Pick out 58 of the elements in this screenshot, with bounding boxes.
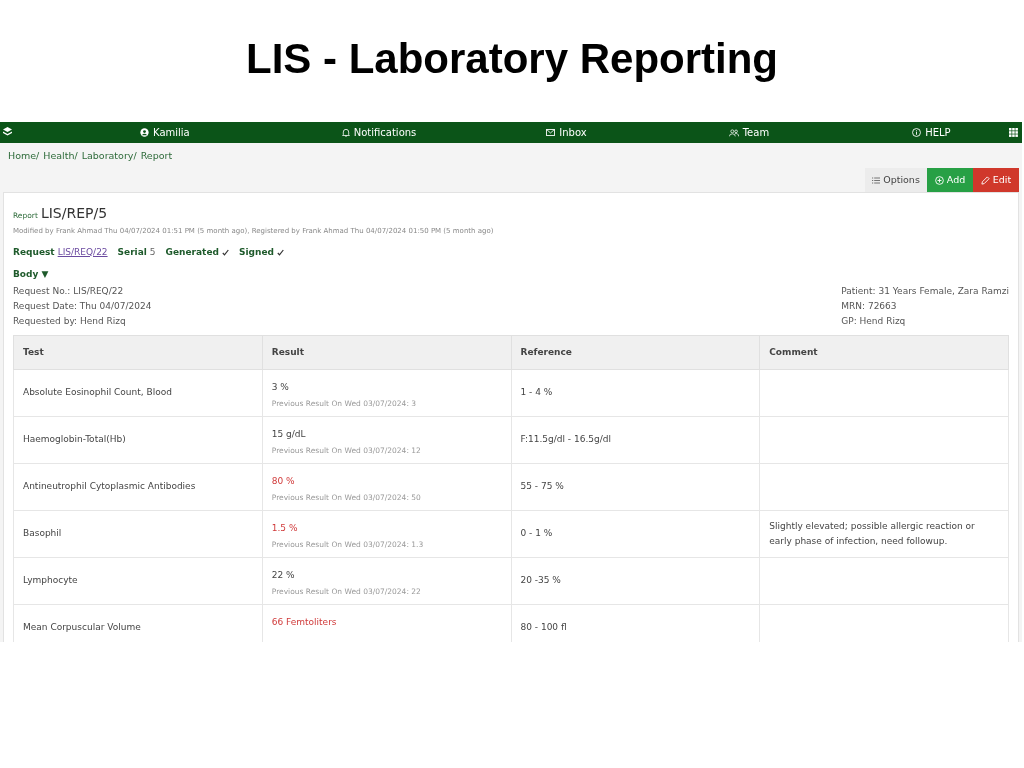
generated-label: Generated	[165, 245, 219, 259]
envelope-icon	[546, 129, 556, 136]
nav-item[interactable]: Kamilia	[140, 125, 190, 140]
table-cell: F:11.5g/dl - 16.5g/dl	[511, 416, 760, 464]
request-label: Request	[13, 245, 55, 259]
result-value: 22 %	[271, 569, 296, 583]
list-icon	[872, 176, 881, 184]
request-detail: Request Date: Thu 04/07/2024	[13, 300, 152, 313]
signed-label: Signed	[238, 245, 274, 259]
nav-item[interactable]: Team	[728, 125, 770, 140]
column-header: Comment	[759, 335, 1009, 370]
request-detail: Requested by: Hend Rizq	[13, 315, 127, 328]
request-link[interactable]: LIS/REQ/22	[57, 245, 108, 259]
options-button[interactable]: Options	[865, 168, 927, 192]
table-cell: Basophil	[13, 510, 263, 558]
serial-value: 5	[149, 245, 156, 259]
report-number: LIS/REP/5	[40, 204, 108, 223]
edit-button[interactable]: Edit	[973, 168, 1019, 192]
table-cell: Mean Corpuscular Volume	[13, 604, 263, 642]
table-cell: 0 - 1 %	[511, 510, 760, 558]
table-cell: 55 - 75 %	[511, 463, 760, 511]
serial-label: Serial	[117, 245, 147, 259]
breadcrumb-link[interactable]: Laboratory/	[81, 149, 137, 168]
result-value: 66 Femtoliters	[271, 616, 338, 630]
table-cell: 20 -35 %	[511, 557, 760, 605]
grid-icon[interactable]	[1009, 128, 1018, 137]
breadcrumb-link[interactable]: Home/	[8, 149, 40, 168]
body-section-toggle[interactable]: Body ▼	[13, 268, 49, 282]
result-value: 3 %	[271, 381, 290, 395]
breadcrumb-link[interactable]: Health/	[43, 149, 78, 168]
table-cell: Antineutrophil Cytoplasmic Antibodies	[13, 463, 263, 511]
column-header: Result	[262, 335, 511, 370]
nav-item[interactable]: HELP	[912, 125, 951, 140]
result-value: 80 %	[271, 475, 296, 489]
user-icon	[140, 128, 149, 137]
nav-item[interactable]: Inbox	[546, 125, 587, 140]
table-cell: Absolute Eosinophil Count, Blood	[13, 369, 263, 417]
pencil-icon	[980, 175, 990, 185]
layers-icon[interactable]	[3, 127, 12, 137]
people-icon	[728, 128, 739, 137]
slide-title: LIS - Laboratory Reporting	[246, 33, 778, 84]
nav-item[interactable]: Notifications	[341, 125, 417, 140]
request-detail: Request No.: LIS/REQ/22	[13, 285, 125, 298]
result-value: 1.5 %	[271, 522, 299, 536]
breadcrumb-link[interactable]: Report	[140, 149, 173, 168]
table-cell: Haemoglobin-Total(Hb)	[13, 416, 263, 464]
bell-icon	[341, 128, 350, 137]
column-header: Reference	[511, 335, 760, 370]
patient-detail: Patient: 31 Years Female, Zara Ramzi	[841, 285, 1009, 298]
table-cell: Lymphocyte	[13, 557, 263, 605]
patient-detail: GP: Hend Rizq	[841, 315, 907, 328]
result-value: 15 g/dL	[271, 428, 307, 442]
column-header: Test	[13, 335, 263, 370]
info-icon	[912, 128, 922, 137]
comment-text: Slightly elevated; possible allergic reaction or early phase of infection, need followup.	[769, 521, 975, 546]
patient-detail: MRN: 72663	[841, 300, 898, 313]
table-cell: 1 - 4 %	[511, 369, 760, 417]
plus-circle-icon	[934, 175, 944, 185]
